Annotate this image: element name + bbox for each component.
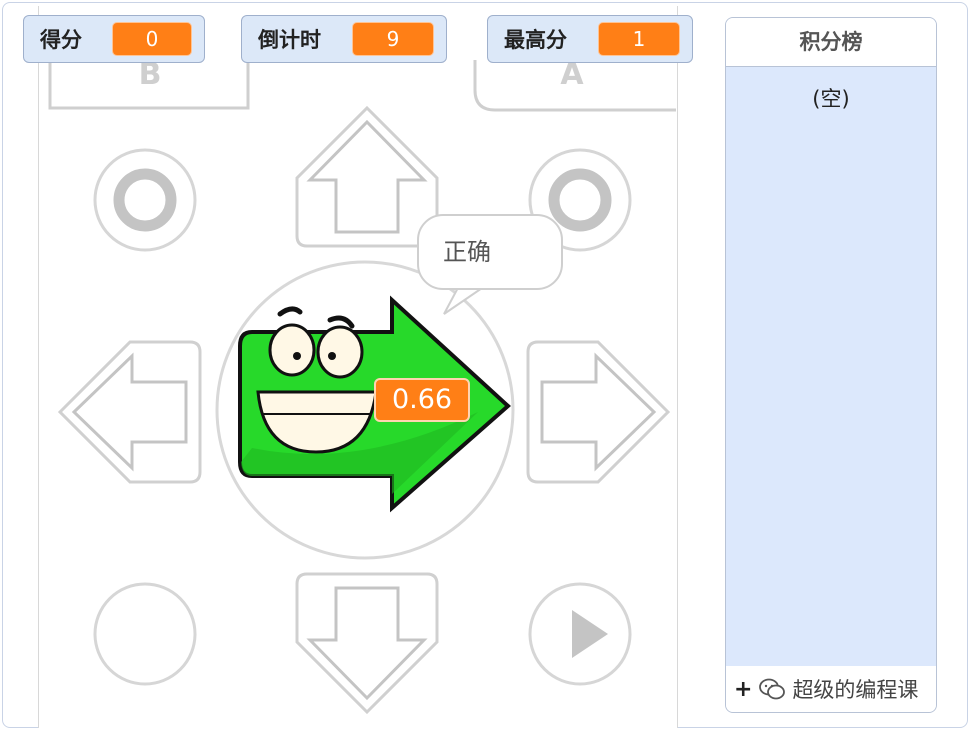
empty-button-icon <box>93 582 197 686</box>
high-score-monitor: 最高分 1 <box>487 15 693 63</box>
leaderboard-list: 积分榜 (空) + 超级的编程课 <box>725 17 937 713</box>
countdown-label: 倒计时 <box>258 28 321 52</box>
ring-button-left-icon <box>93 148 197 252</box>
list-footer: + 超级的编程课 <box>726 666 936 712</box>
add-item-button[interactable]: + <box>734 677 752 702</box>
dpad-up-icon <box>295 105 439 248</box>
dpad-right-icon <box>526 340 671 484</box>
score-value: 0 <box>112 22 192 56</box>
dpad-left-icon <box>57 340 202 484</box>
score-monitor: 得分 0 <box>23 15 205 63</box>
high-score-value: 1 <box>598 22 680 56</box>
countdown-monitor: 倒计时 9 <box>241 15 447 63</box>
score-label: 得分 <box>40 28 82 52</box>
list-empty-text: (空) <box>812 87 850 111</box>
play-button-icon <box>528 582 632 686</box>
list-title: 积分榜 <box>726 18 936 67</box>
high-score-label: 最高分 <box>504 28 567 52</box>
countdown-value: 9 <box>352 22 434 56</box>
dpad-down-icon <box>295 572 439 715</box>
watermark-text: 超级的编程课 <box>792 678 919 702</box>
wechat-icon <box>759 678 786 700</box>
speech-bubble: 正确 <box>417 214 563 290</box>
variable-readout: 0.66 <box>374 378 470 422</box>
